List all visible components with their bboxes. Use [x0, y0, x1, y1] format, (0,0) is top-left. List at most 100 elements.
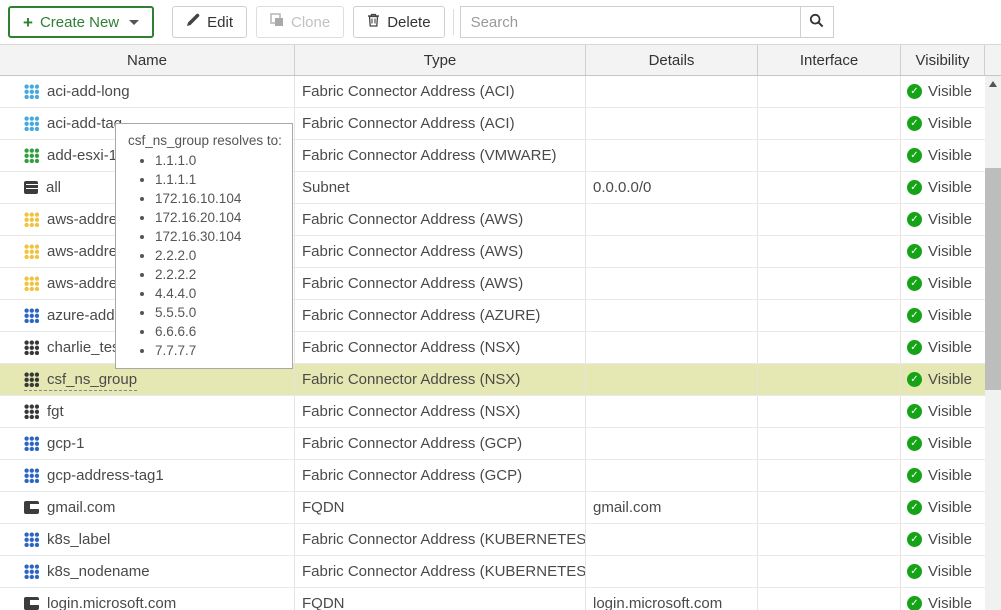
address-name: gcp-1 [47, 435, 85, 452]
details-cell [586, 460, 758, 491]
address-name: k8s_label [47, 531, 110, 548]
search-button[interactable] [801, 6, 834, 38]
name-cell: k8s_label [0, 524, 295, 555]
visible-check-icon: ✓ [907, 404, 922, 419]
interface-cell [758, 364, 901, 395]
visible-check-icon: ✓ [907, 436, 922, 451]
subnet-icon [24, 181, 38, 194]
interface-cell [758, 140, 901, 171]
address-row[interactable]: gmail.com FQDN gmail.com ✓ Visible [0, 492, 985, 524]
tooltip-ip: 2.2.2.2 [155, 265, 284, 284]
visible-check-icon: ✓ [907, 276, 922, 291]
visibility-label: Visible [928, 531, 972, 548]
address-name: gcp-address-tag1 [47, 467, 164, 484]
visible-check-icon: ✓ [907, 596, 922, 610]
dots-icon [24, 244, 39, 259]
name-cell: fgt [0, 396, 295, 427]
visibility-label: Visible [928, 563, 972, 580]
name-cell: gmail.com [0, 492, 295, 523]
visibility-label: Visible [928, 275, 972, 292]
type-cell: Fabric Connector Address (GCP) [295, 428, 586, 459]
address-row[interactable]: fgt Fabric Connector Address (NSX) ✓ Vis… [0, 396, 985, 428]
interface-cell [758, 108, 901, 139]
search-input[interactable] [460, 6, 801, 38]
visibility-cell: ✓ Visible [901, 332, 985, 363]
details-cell [586, 396, 758, 427]
dots-icon [24, 436, 39, 451]
dots-icon [24, 276, 39, 291]
address-row[interactable]: login.microsoft.com FQDN login.microsoft… [0, 588, 985, 610]
edit-button[interactable]: Edit [172, 6, 247, 38]
interface-cell [758, 172, 901, 203]
type-cell: Fabric Connector Address (ACI) [295, 76, 586, 107]
details-cell [586, 76, 758, 107]
trash-icon [367, 13, 380, 31]
type-cell: Fabric Connector Address (AWS) [295, 268, 586, 299]
dots-icon [24, 532, 39, 547]
visibility-label: Visible [928, 307, 972, 324]
dots-icon [24, 212, 39, 227]
name-cell: aci-add-long [0, 76, 295, 107]
scrollbar-thumb[interactable] [985, 168, 1001, 390]
address-name: add-esxi-1 [47, 147, 117, 164]
column-header-details[interactable]: Details [586, 45, 758, 75]
details-cell: 0.0.0.0/0 [586, 172, 758, 203]
visibility-cell: ✓ Visible [901, 172, 985, 203]
column-header-visibility[interactable]: Visibility [901, 45, 985, 75]
details-cell [586, 364, 758, 395]
name-cell: gcp-address-tag1 [0, 460, 295, 491]
tooltip-ip: 172.16.30.104 [155, 227, 284, 246]
address-name: aci-add-long [47, 83, 130, 100]
address-name: fgt [47, 403, 64, 420]
visibility-cell: ✓ Visible [901, 204, 985, 235]
visibility-cell: ✓ Visible [901, 140, 985, 171]
tooltip-ip-list: 1.1.1.01.1.1.1172.16.10.104172.16.20.104… [128, 151, 284, 360]
visible-check-icon: ✓ [907, 116, 922, 131]
address-row[interactable]: k8s_label Fabric Connector Address (KUBE… [0, 524, 985, 556]
tooltip-ip: 172.16.20.104 [155, 208, 284, 227]
address-name: aci-add-tag [47, 115, 122, 132]
column-header-name[interactable]: Name [0, 45, 295, 75]
address-row[interactable]: gcp-address-tag1 Fabric Connector Addres… [0, 460, 985, 492]
interface-cell [758, 396, 901, 427]
dots-icon [24, 564, 39, 579]
address-row[interactable]: aci-add-long Fabric Connector Address (A… [0, 76, 985, 108]
column-header-interface[interactable]: Interface [758, 45, 901, 75]
dots-icon [24, 84, 39, 99]
details-cell [586, 300, 758, 331]
address-row[interactable]: gcp-1 Fabric Connector Address (GCP) ✓ V… [0, 428, 985, 460]
visible-check-icon: ✓ [907, 244, 922, 259]
visibility-label: Visible [928, 499, 972, 516]
tooltip-ip: 7.7.7.7 [155, 341, 284, 360]
delete-button[interactable]: Delete [353, 6, 444, 38]
name-cell: gcp-1 [0, 428, 295, 459]
edit-label: Edit [207, 14, 233, 31]
visibility-label: Visible [928, 403, 972, 420]
scroll-up-arrow[interactable] [985, 76, 1001, 92]
clone-button[interactable]: Clone [256, 6, 344, 38]
visibility-label: Visible [928, 371, 972, 388]
vertical-scrollbar[interactable] [985, 76, 1001, 610]
visible-check-icon: ✓ [907, 468, 922, 483]
type-cell: Fabric Connector Address (ACI) [295, 108, 586, 139]
create-new-button[interactable]: + Create New [8, 6, 154, 38]
visibility-cell: ✓ Visible [901, 460, 985, 491]
interface-cell [758, 524, 901, 555]
dots-icon [24, 148, 39, 163]
address-row[interactable]: k8s_nodename Fabric Connector Address (K… [0, 556, 985, 588]
address-name: charlie_test [47, 339, 124, 356]
column-header-type[interactable]: Type [295, 45, 586, 75]
tooltip-ip: 4.4.4.0 [155, 284, 284, 303]
tooltip-ip: 6.6.6.6 [155, 322, 284, 341]
fqdn-icon [24, 597, 39, 610]
dots-icon [24, 468, 39, 483]
details-cell: gmail.com [586, 492, 758, 523]
visibility-cell: ✓ Visible [901, 236, 985, 267]
visibility-label: Visible [928, 243, 972, 260]
visibility-label: Visible [928, 83, 972, 100]
address-name: gmail.com [47, 499, 115, 516]
fqdn-icon [24, 501, 39, 514]
interface-cell [758, 268, 901, 299]
visible-check-icon: ✓ [907, 308, 922, 323]
type-cell: FQDN [295, 492, 586, 523]
